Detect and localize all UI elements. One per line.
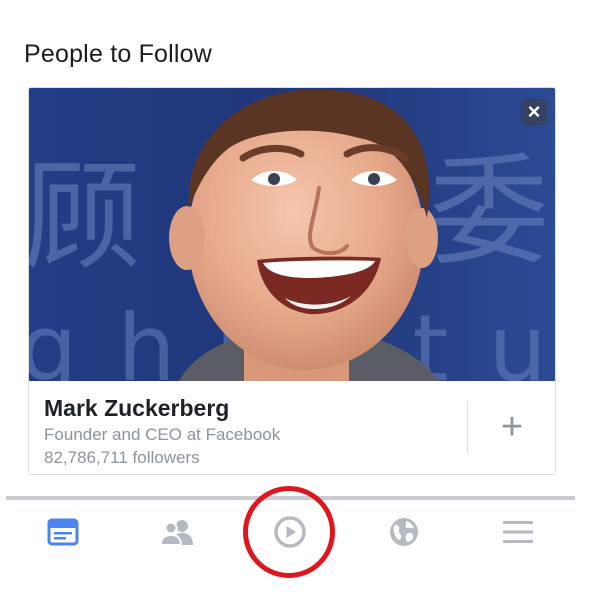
- play-icon: [274, 516, 306, 548]
- follow-button[interactable]: +: [469, 381, 555, 474]
- people-to-follow-card[interactable]: 顾 委 ghuStu: [28, 87, 556, 475]
- background-character: 顾: [29, 148, 141, 286]
- friends-icon: [159, 520, 193, 546]
- profile-info: Mark Zuckerberg Founder and CEO at Faceb…: [29, 381, 555, 474]
- profile-subtitle: Founder and CEO at Facebook: [44, 425, 281, 444]
- divider: [467, 401, 468, 453]
- tab-bar-divider: [6, 496, 575, 500]
- follower-count: 82,786,711 followers: [44, 448, 200, 467]
- menu-icon: [503, 521, 533, 543]
- profile-photo-illustration: 顾 委 ghuStu: [29, 88, 555, 381]
- globe-icon: [390, 518, 418, 546]
- dismiss-button[interactable]: ×: [521, 99, 547, 125]
- tab-menu[interactable]: [498, 512, 538, 552]
- profile-name[interactable]: Mark Zuckerberg: [44, 395, 229, 422]
- section-title: People to Follow: [24, 40, 213, 68]
- tab-video[interactable]: [270, 512, 310, 552]
- news-feed-icon: [47, 518, 79, 546]
- background-character: 委: [429, 143, 549, 282]
- profile-photo[interactable]: 顾 委 ghuStu: [29, 88, 555, 381]
- tab-news-feed[interactable]: [43, 512, 83, 552]
- tab-friends[interactable]: [157, 512, 197, 552]
- tab-notifications[interactable]: [384, 512, 424, 552]
